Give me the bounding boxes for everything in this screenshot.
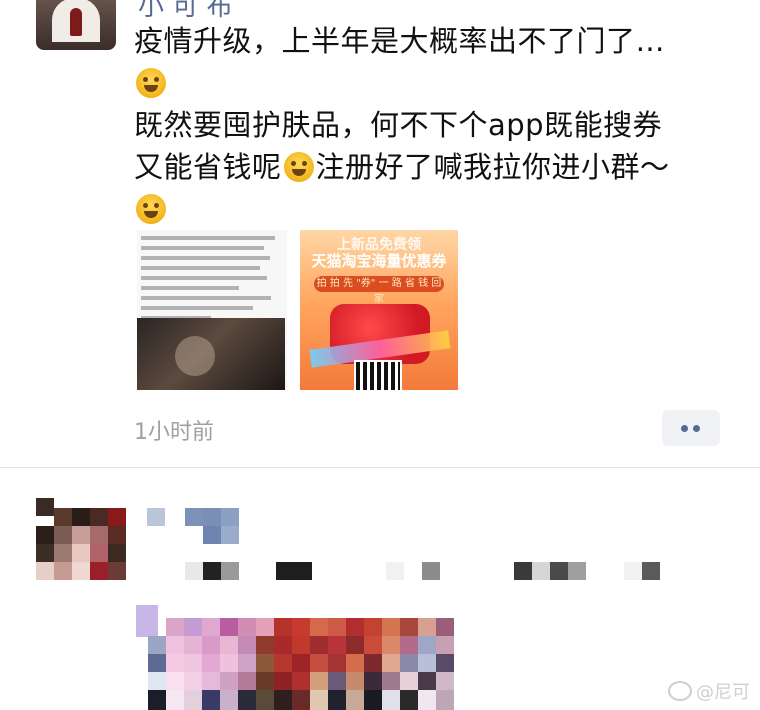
post-timestamp: 1小时前 [134,420,214,445]
post-line-2: 既然要囤护肤品，何不下个app既能搜券 [134,108,663,142]
post-emoji-row-2 [134,188,734,230]
video-still [137,318,285,390]
smirk-emoji-icon [136,194,166,224]
post-line-3: 又能省钱呢 [134,150,282,184]
post-line-1: 疫情升级，上半年是大概率出不了门了… [134,24,666,58]
post-line-3-row: 又能省钱呢 注册好了喊我拉你进小群～ [134,146,734,188]
promo-banner-line-2: 天猫淘宝海量优惠券 [311,252,447,270]
post-emoji-row [134,62,734,104]
author-avatar[interactable] [36,0,116,50]
thinking-emoji-icon [283,152,314,182]
attached-image-1[interactable] [137,230,287,390]
more-options-button[interactable] [662,410,720,446]
post-line-4: 注册好了喊我拉你进小群～ [315,150,670,184]
divider [0,467,760,468]
weibo-watermark: @尼可 [668,678,750,704]
promo-pill: 拍 拍 先 "券" 一 路 省 钱 回 家 [314,276,444,305]
image-text-block [141,236,281,326]
attached-image-2[interactable]: 上新品免费领 天猫淘宝海量优惠券 拍 拍 先 "券" 一 路 省 钱 回 家 [300,230,458,390]
weibo-logo-icon [668,681,692,701]
post-text: 疫情升级，上半年是大概率出不了门了… 既然要囤护肤品，何不下个app既能搜券 又… [134,20,734,230]
laugh-cry-emoji-icon [136,68,166,98]
qr-code-icon [354,360,402,390]
avatar-figure [70,8,82,36]
watermark-text: @尼可 [696,682,750,703]
